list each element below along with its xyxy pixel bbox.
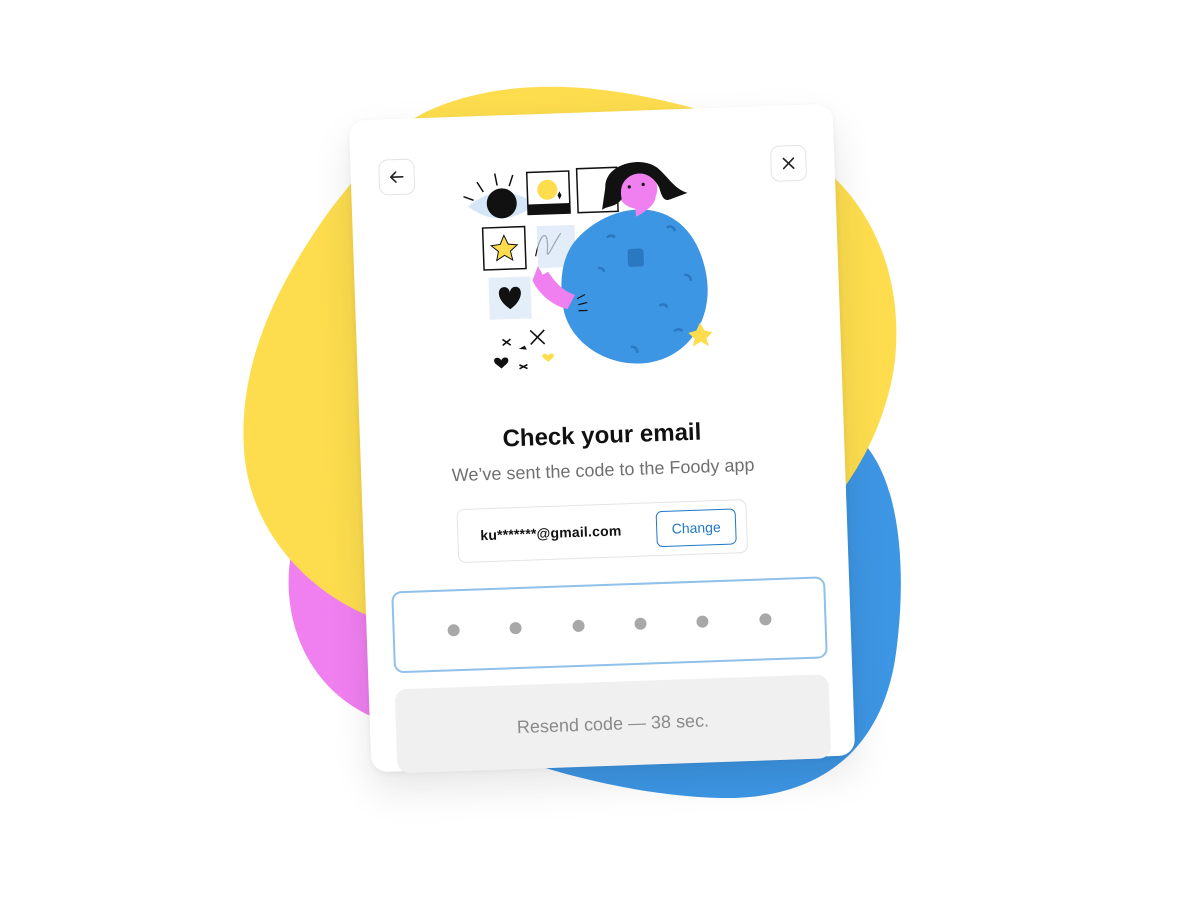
code-digit-placeholder <box>696 615 710 628</box>
verification-code-input[interactable] <box>391 576 828 674</box>
masked-email: ku*******@gmail.com <box>480 522 622 544</box>
close-button[interactable] <box>769 144 808 182</box>
dialog-title: Check your email <box>502 418 702 453</box>
dialog-subtitle: We’ve sent the code to the Foody app <box>451 454 755 486</box>
heart-photo-doodle <box>488 276 532 320</box>
code-digit-placeholder <box>572 619 585 633</box>
code-digit-placeholder <box>759 613 772 626</box>
code-digit-placeholder <box>634 617 647 630</box>
arrow-left-icon <box>389 171 404 183</box>
sun-photo-doodle <box>525 170 571 216</box>
code-digit-placeholder <box>447 624 460 637</box>
woman-with-photos-illustration <box>463 162 713 370</box>
code-digit-placeholder <box>509 621 523 635</box>
verification-dialog: Check your email We’ve sent the code to … <box>348 103 856 774</box>
close-icon <box>782 157 795 170</box>
email-display: ku*******@gmail.com Change <box>456 499 749 564</box>
heart-doodle <box>542 353 554 362</box>
resend-code-button[interactable]: Resend code — 38 sec. <box>394 674 832 774</box>
scene: Check your email We’ve sent the code to … <box>0 0 1200 900</box>
leaf-doodle <box>518 345 527 350</box>
eye-doodle <box>463 173 536 219</box>
star-photo-doodle <box>481 225 527 271</box>
back-button[interactable] <box>378 158 416 196</box>
heart-doodle <box>494 357 509 369</box>
small-doodles <box>502 329 546 370</box>
change-email-button[interactable]: Change <box>655 508 737 548</box>
